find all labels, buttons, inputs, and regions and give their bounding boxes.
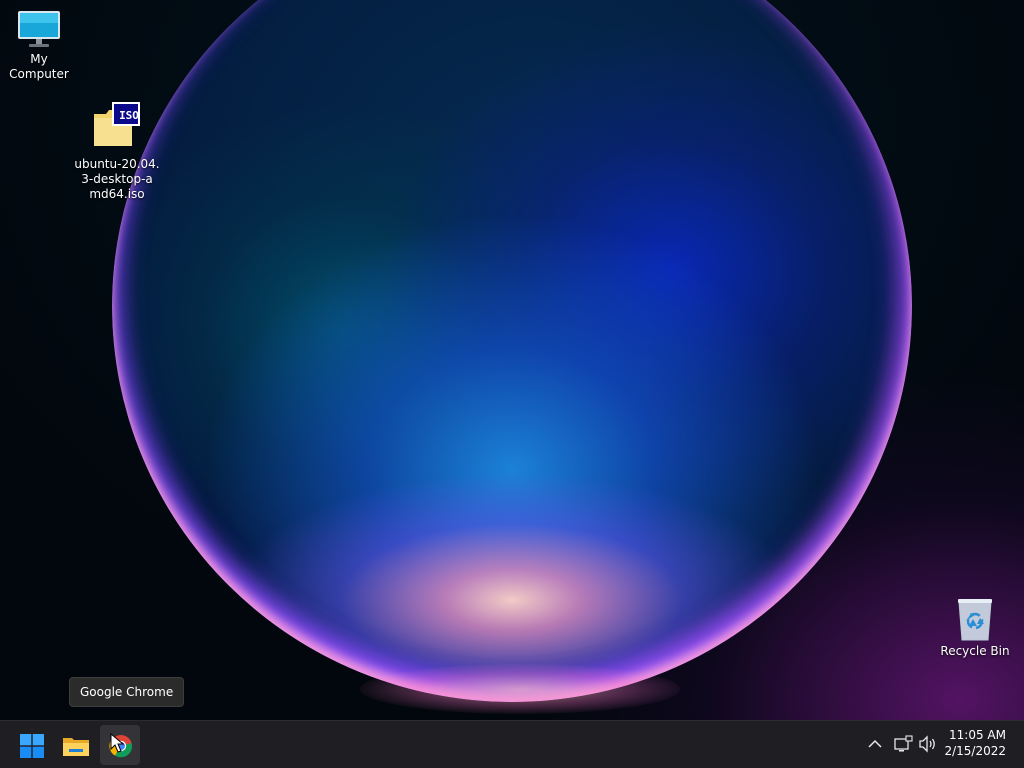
windows-logo-icon (20, 734, 44, 758)
desktop-icon-label-line: md64.iso (89, 187, 145, 201)
desktop-icon-iso-file[interactable]: ISO ubuntu-20.04. 3-desktop-a md64.iso (74, 102, 160, 202)
mouse-cursor-icon (110, 733, 124, 753)
desktop-icon-label: My Computer (9, 52, 69, 81)
wallpaper-orb (112, 0, 912, 702)
taskbar-clock[interactable]: 11:05 AM 2/15/2022 (944, 727, 1006, 759)
chrome-button[interactable] (100, 725, 140, 765)
network-button[interactable] (893, 734, 913, 754)
clock-date: 2/15/2022 (944, 744, 1006, 758)
volume-button[interactable] (918, 734, 938, 754)
recycle-bin-icon (958, 599, 992, 641)
desktop-icon-label-line: 3-desktop-a (81, 172, 153, 186)
wallpaper-glow (360, 664, 680, 714)
file-explorer-button[interactable] (56, 725, 96, 765)
iso-badge-text: ISO (119, 109, 139, 122)
chevron-up-icon (868, 739, 882, 748)
taskbar-tooltip: Google Chrome (69, 677, 185, 707)
start-button[interactable] (12, 725, 52, 765)
clock-time: 11:05 AM (949, 728, 1006, 742)
show-hidden-icons-button[interactable] (866, 735, 884, 753)
desktop-icon-label: Recycle Bin (940, 644, 1010, 658)
volume-icon (919, 735, 935, 753)
network-icon (894, 735, 913, 752)
desktop-icon-my-computer[interactable]: My Computer (0, 8, 78, 82)
taskbar: 11:05 AM 2/15/2022 (0, 720, 1024, 768)
folder-icon (63, 738, 89, 756)
monitor-icon (18, 11, 60, 47)
desktop-icon-recycle-bin[interactable]: Recycle Bin (936, 596, 1014, 659)
desktop-icon-label-line: ubuntu-20.04. (74, 157, 160, 171)
